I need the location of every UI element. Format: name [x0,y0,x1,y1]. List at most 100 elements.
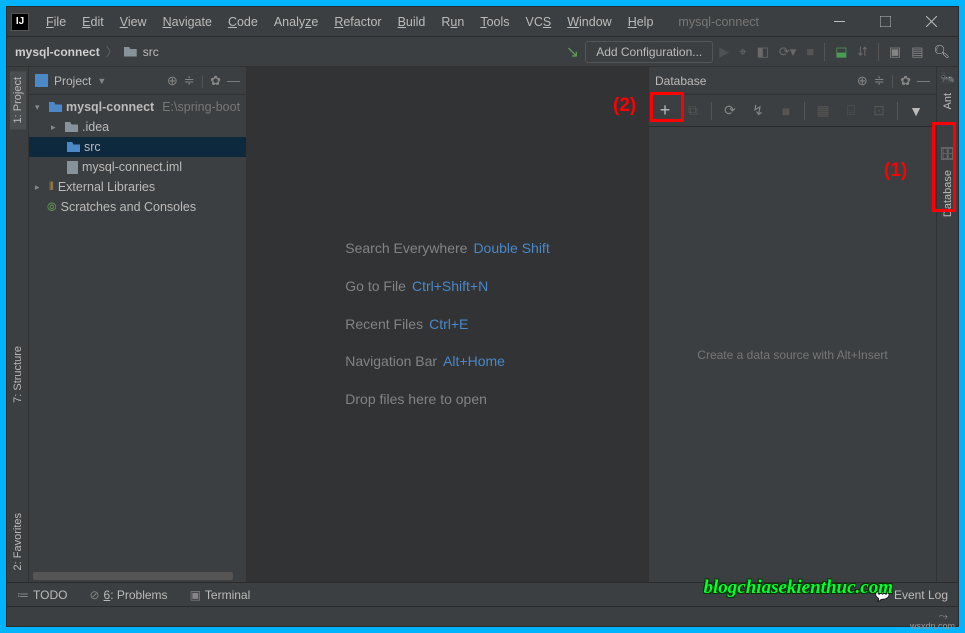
menu-tools[interactable]: Tools [473,11,516,33]
menu-window[interactable]: Window [560,11,618,33]
close-button[interactable] [908,7,954,37]
search-icon[interactable]: 🔍︎ [933,44,950,60]
database-body: Create a data source with Alt+Insert [649,127,936,582]
profile-icon[interactable]: ⟳▾ [779,44,796,60]
menu-view[interactable]: View [113,11,154,33]
expand-icon[interactable]: ▸ [51,122,61,133]
app-icon: IJ [11,13,29,31]
menu-run[interactable]: Run [434,11,471,33]
tree-item-iml[interactable]: mysql-connect.iml [29,157,246,177]
database-icon[interactable]: 🗄 [939,146,956,162]
database-panel: Database ⊕ ≑ | ✿ — + ⧉ ⟳ ↯ ■ ▦ ⌸ ⊡ ▼ [648,67,936,582]
problems-tab[interactable]: ⊘6: Problems [89,588,167,602]
todo-tab[interactable]: ≔TODO [17,588,67,602]
table-icon: ▦ [811,99,835,123]
status-bar: ⤳ [7,606,958,626]
expand-all-icon[interactable]: ≑ [874,73,885,89]
hint-nav-label: Navigation Bar [345,353,437,369]
menu-file[interactable]: File [39,11,73,33]
expand-icon[interactable]: ▾ [35,102,45,113]
main-area: 1: Project 7: Structure 2: Favorites Pro… [7,67,958,582]
scrollbar-horizontal[interactable] [29,572,246,582]
separator: | [891,73,894,88]
hide-icon[interactable]: — [917,73,930,88]
separator: | [201,73,204,88]
project-structure-icon[interactable]: ▤ [911,44,923,60]
run-anything-icon[interactable]: ▣ [889,44,901,60]
separator [804,102,805,120]
menu-help[interactable]: Help [621,11,661,33]
favorites-tool-tab[interactable]: 2: Favorites [10,507,26,576]
main-menu: File Edit View Navigate Code Analyze Ref… [39,11,660,33]
tree-item-libs[interactable]: ▸ ⦀ External Libraries [29,177,246,197]
project-panel-title: Project [54,74,91,88]
scratch-icon: ⦾ [47,200,57,215]
expand-all-icon[interactable]: ≑ [184,73,195,89]
maximize-button[interactable] [862,7,908,37]
menu-refactor[interactable]: Refactor [327,11,388,33]
menu-navigate[interactable]: Navigate [156,11,219,33]
gear-icon[interactable]: ✿ [210,73,221,89]
menu-code[interactable]: Code [221,11,265,33]
debug-icon[interactable]: ⌖ [739,44,746,60]
refresh-icon[interactable]: ⟳ [718,99,742,123]
window-title: mysql-connect [678,15,759,29]
hint-recent-label: Recent Files [345,316,423,332]
hint-nav-key: Alt+Home [443,353,505,369]
project-tree[interactable]: ▾ mysql-connect E:\spring-boot ▸ .idea s… [29,95,246,572]
minimize-button[interactable] [816,7,862,37]
navigation-bar: mysql-connect 〉 src ↘ Add Configuration.… [7,37,958,67]
titlebar: IJ File Edit View Navigate Code Analyze … [7,7,958,37]
ant-tool-tab[interactable]: Ant [942,93,954,110]
source-folder-icon [67,142,80,152]
stop-icon: ■ [774,99,798,123]
database-tool-tab[interactable]: Database [942,170,954,217]
build-hammer-icon[interactable]: ↘ [566,42,579,62]
window-controls [816,7,954,37]
menu-edit[interactable]: Edit [75,11,111,33]
add-datasource-button[interactable]: + [653,99,677,123]
folder-icon [124,47,137,57]
run-config-dropdown[interactable]: Add Configuration... [585,41,713,63]
gear-icon[interactable]: ✿ [900,73,911,89]
library-icon: ⦀ [49,181,54,194]
duplicate-icon: ⧉ [681,99,705,123]
locate-icon[interactable]: ⊕ [857,73,868,89]
expand-icon[interactable]: ▸ [35,182,45,193]
dropdown-icon[interactable]: ▼ [97,76,106,86]
tree-item-src[interactable]: src [29,137,246,157]
locate-icon[interactable]: ⊕ [167,73,178,89]
menu-vcs[interactable]: VCS [519,11,559,33]
hint-drop-label: Drop files here to open [345,391,487,407]
tree-item-scratches[interactable]: ⦾ Scratches and Consoles [29,197,246,217]
jump-to-query-icon[interactable]: ↯ [746,99,770,123]
database-panel-title: Database [655,74,706,88]
project-tool-tab[interactable]: 1: Project [10,71,26,129]
filter-icon[interactable]: ▼ [904,99,928,123]
structure-tool-tab[interactable]: 7: Structure [10,340,26,409]
tree-item-idea[interactable]: ▸ .idea [29,117,246,137]
project-icon [35,74,48,87]
ant-icon[interactable]: 🐜 [940,71,955,85]
project-panel-header: Project ▼ ⊕ ≑ | ✿ — [29,67,246,95]
right-tool-gutter: 🐜 Ant 🗄 Database [936,67,958,582]
coverage-icon[interactable]: ◧ [757,44,769,60]
git-icon[interactable]: ⬓ [835,44,847,60]
breadcrumb[interactable]: mysql-connect 〉 src [15,43,159,60]
hint-search-label: Search Everywhere [345,240,467,256]
database-placeholder: Create a data source with Alt+Insert [697,348,887,362]
breadcrumb-project[interactable]: mysql-connect [15,45,100,59]
terminal-tab[interactable]: ▣Terminal [190,588,251,602]
breadcrumb-folder[interactable]: src [143,45,159,59]
separator [878,43,879,61]
separator [824,43,825,61]
hint-recent-key: Ctrl+E [429,316,468,332]
run-icon[interactable]: ▶ [719,44,729,60]
update-icon[interactable]: ⮃ [857,44,867,60]
ide-window: IJ File Edit View Navigate Code Analyze … [6,6,959,627]
database-toolbar: + ⧉ ⟳ ↯ ■ ▦ ⌸ ⊡ ▼ [649,95,936,127]
tree-root[interactable]: ▾ mysql-connect E:\spring-boot [29,97,246,117]
menu-analyze[interactable]: Analyze [267,11,325,33]
hide-icon[interactable]: — [227,73,240,88]
menu-build[interactable]: Build [391,11,433,33]
